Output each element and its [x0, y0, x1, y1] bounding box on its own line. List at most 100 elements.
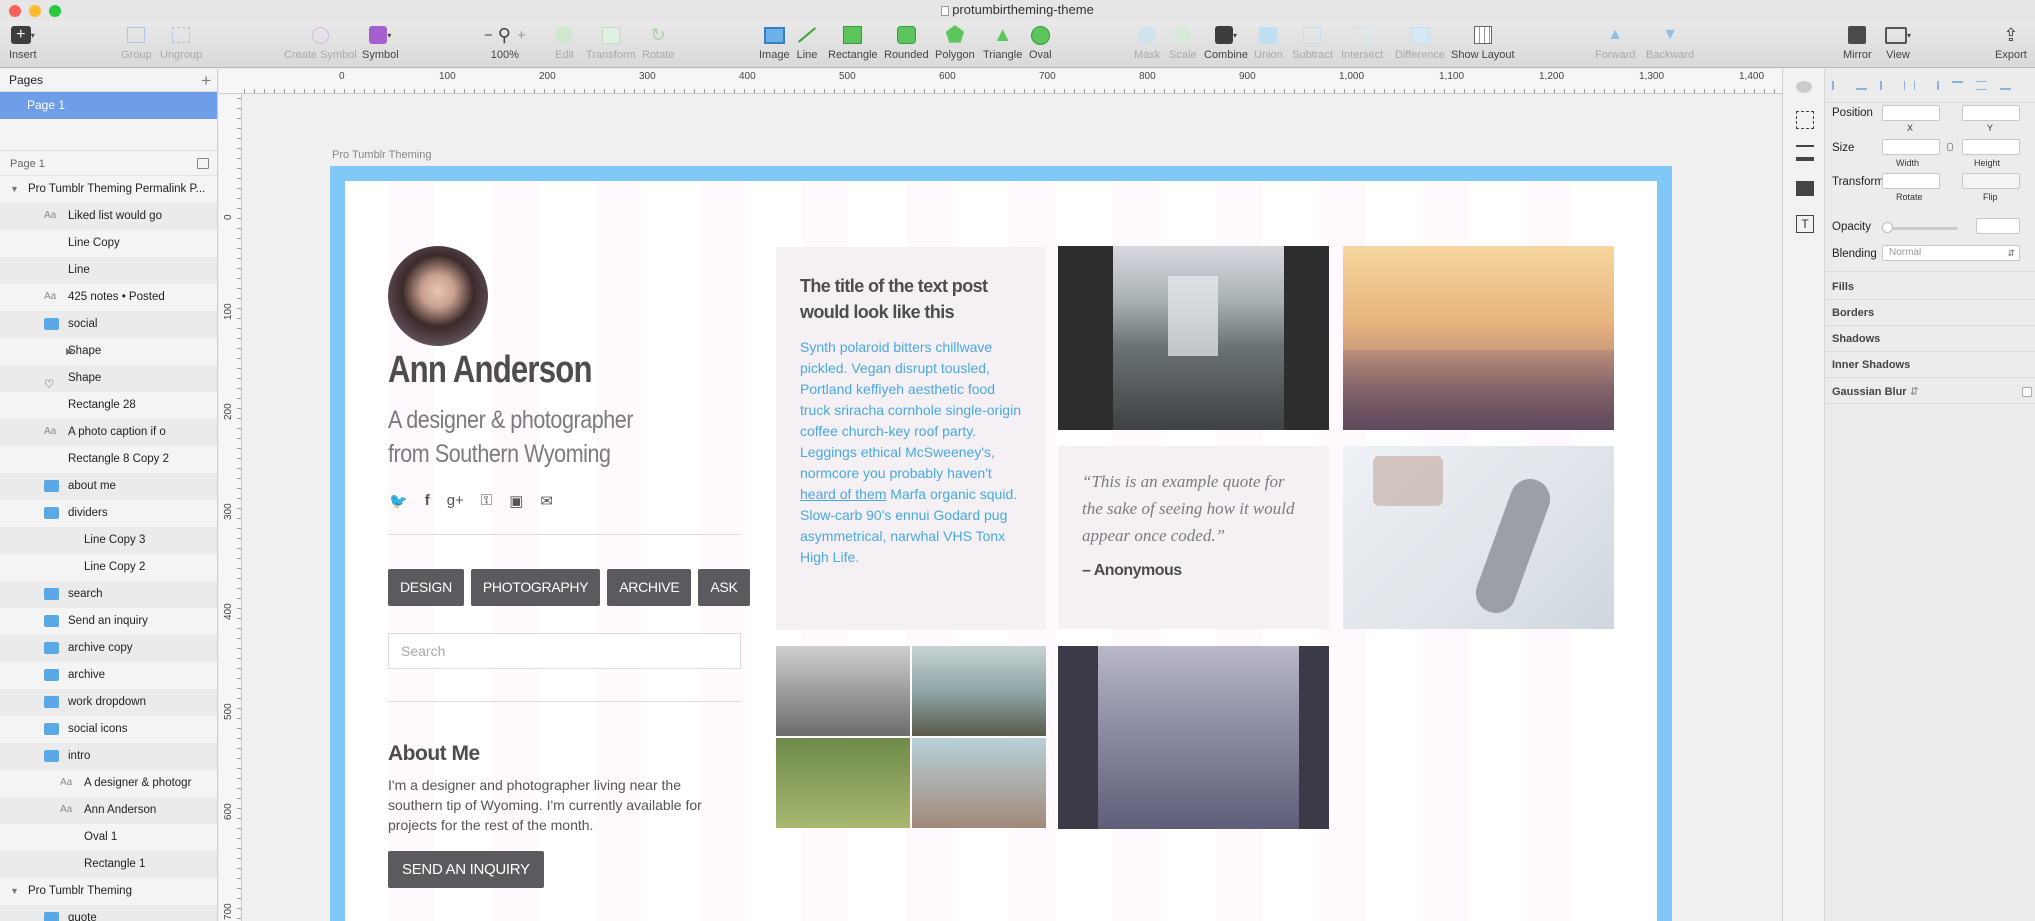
- rotate-button[interactable]: ↻ Rotate: [642, 24, 674, 62]
- layer-row[interactable]: ▶Send an inquiry: [0, 608, 217, 635]
- layer-row[interactable]: ▶search: [0, 581, 217, 608]
- subtract-button[interactable]: Subtract: [1292, 24, 1333, 61]
- backward-button[interactable]: ▼ Backward: [1646, 24, 1694, 61]
- layer-row[interactable]: ▼ Pro Tumblr Theming: [0, 878, 217, 905]
- layer-row[interactable]: ▶archive: [0, 662, 217, 689]
- lock-icon[interactable]: [1947, 143, 1953, 151]
- gaussian-blur-section[interactable]: Gaussian Blur ⇵: [1832, 385, 1919, 398]
- layer-row[interactable]: Line Copy 2: [0, 554, 217, 581]
- fills-section[interactable]: Fills: [1832, 281, 1854, 293]
- align-right-icon[interactable]: [1928, 81, 1939, 90]
- layer-row[interactable]: Aa A designer & photogr: [0, 770, 217, 797]
- show-layout-button[interactable]: Show Layout: [1451, 24, 1515, 61]
- zoom-out-button[interactable]: −: [484, 27, 493, 44]
- borders-section[interactable]: Borders: [1832, 307, 1874, 319]
- layer-row[interactable]: ♡ Shape: [0, 365, 217, 392]
- layer-row[interactable]: Rectangle 8 Copy 2: [0, 446, 217, 473]
- image-tab-icon[interactable]: [1796, 181, 1814, 196]
- twitter-icon[interactable]: 🐦: [389, 492, 408, 510]
- layer-row[interactable]: ▼intro: [0, 743, 217, 770]
- close-window-button[interactable]: [9, 5, 21, 17]
- artboard[interactable]: Ann Anderson A designer & photographer f…: [330, 166, 1672, 921]
- position-y-input[interactable]: [1962, 105, 2020, 121]
- layer-row[interactable]: Line: [0, 257, 217, 284]
- google-plus-icon[interactable]: g+: [447, 492, 464, 510]
- email-icon[interactable]: ✉: [540, 492, 553, 510]
- insert-button[interactable]: + ▾ Insert: [9, 24, 37, 61]
- opacity-slider-knob[interactable]: [1882, 222, 1893, 233]
- triangle-tool[interactable]: ▲ Triangle: [983, 24, 1022, 62]
- layer-row[interactable]: Rectangle 28: [0, 392, 217, 419]
- layer-row[interactable]: Line Copy: [0, 230, 217, 257]
- zoom-control[interactable]: − ⚲ +100%: [484, 24, 526, 62]
- add-page-button[interactable]: +: [201, 69, 211, 92]
- artboard-label[interactable]: Pro Tumblr Theming: [332, 149, 431, 161]
- layer-row[interactable]: Aa 425 notes • Posted: [0, 284, 217, 311]
- opacity-slider[interactable]: [1882, 222, 1958, 233]
- layer-row[interactable]: ▶archive copy: [0, 635, 217, 662]
- layer-row[interactable]: Aa Ann Anderson: [0, 797, 217, 824]
- mirror-button[interactable]: Mirror: [1843, 24, 1872, 61]
- photo-post-ocean[interactable]: [1058, 646, 1329, 829]
- text-tab-icon[interactable]: T: [1796, 215, 1814, 233]
- align-left-edge-icon[interactable]: [1880, 81, 1891, 90]
- page-list-item[interactable]: Page 1: [0, 92, 217, 119]
- nav-design-button[interactable]: DESIGN: [388, 569, 464, 606]
- layer-row[interactable]: Rectangle 1: [0, 851, 217, 878]
- collapse-layers-icon[interactable]: [197, 158, 209, 169]
- view-button[interactable]: ▾ View: [1885, 24, 1911, 61]
- layer-row[interactable]: ▶ Shape: [0, 338, 217, 365]
- nav-archive-button[interactable]: ARCHIVE: [607, 569, 692, 606]
- union-button[interactable]: Union: [1254, 24, 1283, 61]
- create-symbol-button[interactable]: Create Symbol: [284, 24, 357, 61]
- facebook-icon[interactable]: f: [425, 492, 430, 510]
- photo-set[interactable]: [776, 646, 1046, 828]
- ungroup-button[interactable]: Ungroup: [160, 24, 202, 61]
- blending-select[interactable]: Normal ⇵: [1882, 245, 2020, 261]
- nav-ask-button[interactable]: ASK: [698, 569, 750, 606]
- flip-buttons[interactable]: [1962, 173, 2020, 189]
- rotate-input[interactable]: [1882, 173, 1940, 189]
- forward-button[interactable]: ▲ Forward: [1595, 24, 1635, 61]
- layer-row[interactable]: ▼social: [0, 311, 217, 338]
- align-vcenter-icon[interactable]: [1976, 81, 1987, 90]
- height-input[interactable]: [1962, 139, 2020, 155]
- layer-row[interactable]: ▶about me: [0, 473, 217, 500]
- canvas[interactable]: 0 100 200 300 400 500 600 700 800 900 1,000 1,100 1,…: [219, 69, 1782, 921]
- align-bottom-icon[interactable]: [2000, 81, 2011, 90]
- layer-row[interactable]: Oval 1: [0, 824, 217, 851]
- disclosure-expanded-icon[interactable]: ▼: [10, 176, 20, 203]
- gaussian-blur-checkbox[interactable]: [2022, 387, 2032, 397]
- position-x-input[interactable]: [1882, 105, 1940, 121]
- nav-photography-button[interactable]: PHOTOGRAPHY: [470, 569, 601, 606]
- mask-button[interactable]: Mask: [1134, 24, 1160, 61]
- style-tab-icon[interactable]: [1796, 81, 1812, 93]
- instagram-icon[interactable]: ▣: [509, 492, 523, 510]
- layer-row[interactable]: ▶work dropdown: [0, 689, 217, 716]
- send-inquiry-button[interactable]: SEND AN INQUIRY: [388, 851, 544, 888]
- polygon-tool[interactable]: ⬟ Polygon: [935, 22, 975, 61]
- layer-row[interactable]: Line Copy 3: [0, 527, 217, 554]
- align-hcenter-icon[interactable]: [1904, 81, 1915, 90]
- disclosure-expanded-icon[interactable]: ▼: [10, 878, 20, 905]
- edit-button[interactable]: Edit: [555, 24, 574, 61]
- photo-post-skateboard[interactable]: [1343, 446, 1614, 629]
- layers-tab-icon[interactable]: [1796, 145, 1814, 161]
- layer-row[interactable]: ▼ Pro Tumblr Theming Permalink P...: [0, 176, 217, 203]
- scale-button[interactable]: Scale: [1169, 24, 1197, 61]
- symbol-button[interactable]: ▾ Symbol: [362, 24, 399, 61]
- align-left-icon[interactable]: [1832, 81, 1843, 90]
- text-post-link[interactable]: heard of them: [800, 486, 886, 502]
- difference-button[interactable]: Difference: [1395, 24, 1445, 61]
- align-center-icon[interactable]: [1856, 81, 1867, 90]
- horizontal-ruler[interactable]: 0 100 200 300 400 500 600 700 800 900 1,000 1,100 1,…: [219, 69, 1782, 94]
- inner-shadows-section[interactable]: Inner Shadows: [1832, 359, 1910, 371]
- opacity-input[interactable]: [1976, 218, 2020, 234]
- zoom-in-button[interactable]: +: [517, 27, 526, 44]
- image-tool[interactable]: Image: [759, 24, 790, 61]
- intersect-button[interactable]: Intersect: [1341, 24, 1383, 61]
- layer-row[interactable]: Aa A photo caption if o: [0, 419, 217, 446]
- layer-row[interactable]: ▶quote: [0, 905, 217, 921]
- shadows-section[interactable]: Shadows: [1832, 333, 1880, 345]
- photo-post-sunset[interactable]: [1343, 246, 1614, 430]
